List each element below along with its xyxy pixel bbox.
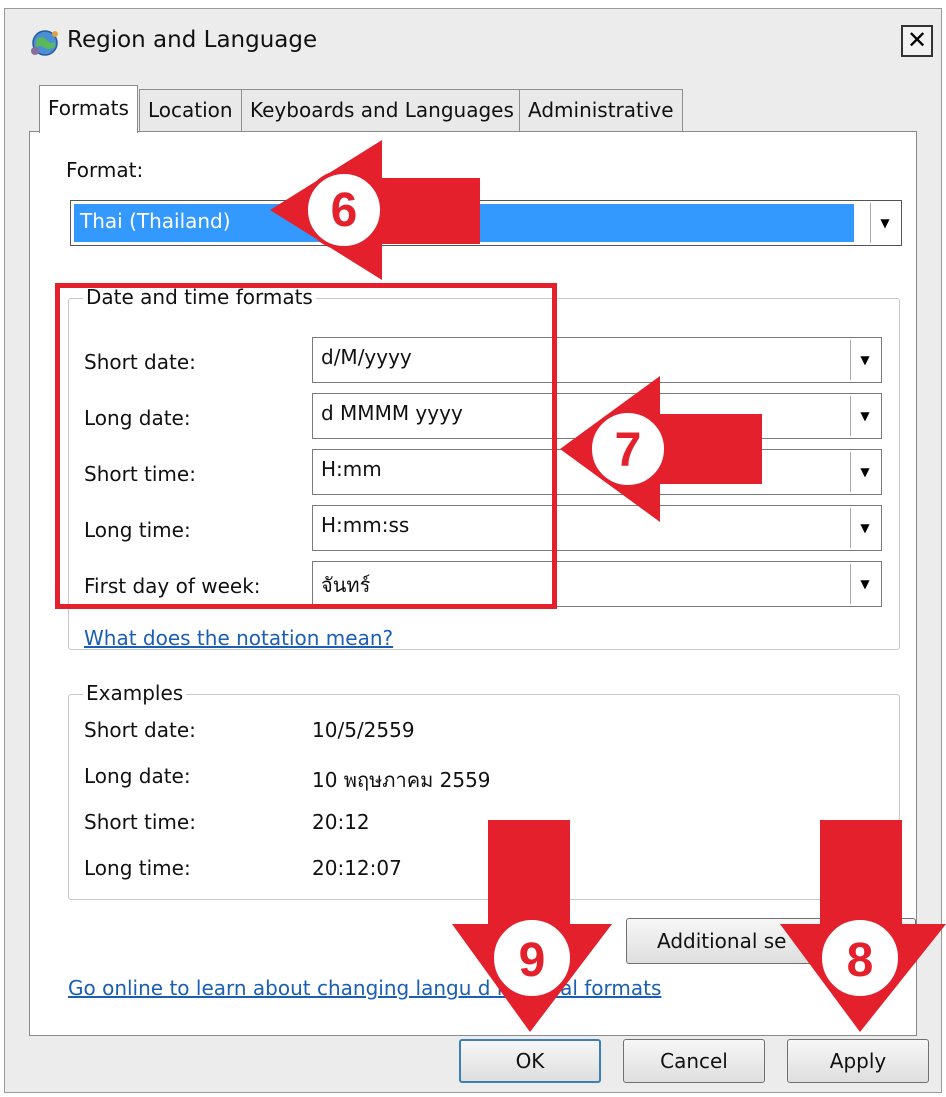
first-day-of-week-select[interactable]: จันทร์ ▼ xyxy=(312,561,882,607)
step-7-label: 7 xyxy=(615,424,642,477)
step-8-label: 8 xyxy=(847,934,874,987)
short-date-value: d/M/yyyy xyxy=(321,345,412,369)
chevron-down-icon[interactable]: ▼ xyxy=(850,564,879,604)
chevron-down-icon[interactable]: ▼ xyxy=(850,508,879,548)
close-button[interactable]: ✕ xyxy=(901,25,933,57)
chevron-down-icon[interactable]: ▼ xyxy=(850,452,879,492)
examples-title: Examples xyxy=(83,681,187,705)
long-time-value: H:mm:ss xyxy=(321,513,410,537)
notation-help-link[interactable]: What does the notation mean? xyxy=(84,626,393,650)
example-short-date-label: Short date: xyxy=(84,718,196,742)
short-time-value: H:mm xyxy=(321,457,382,481)
chevron-down-icon[interactable]: ▼ xyxy=(870,203,899,243)
apply-button[interactable]: Apply xyxy=(787,1039,929,1083)
example-long-time-label: Long time: xyxy=(84,856,191,880)
format-label: Format: xyxy=(66,158,144,182)
example-short-time-value: 20:12 xyxy=(312,810,370,834)
chevron-down-icon[interactable]: ▼ xyxy=(850,396,879,436)
long-date-label: Long date: xyxy=(84,406,191,430)
step-6-label: 6 xyxy=(331,184,358,237)
first-day-of-week-label: First day of week: xyxy=(84,574,261,598)
globe-users-icon xyxy=(31,30,58,56)
tab-keyboards-and-languages[interactable]: Keyboards and Languages xyxy=(241,89,523,131)
ok-button[interactable]: OK xyxy=(459,1039,601,1083)
short-date-label: Short date: xyxy=(84,350,196,374)
example-short-time-label: Short time: xyxy=(84,810,196,834)
step-9-arrow: 9 xyxy=(452,820,612,1032)
title-bar: Region and Language ✕ xyxy=(5,9,941,77)
short-time-label: Short time: xyxy=(84,462,196,486)
first-day-of-week-value: จันทร์ xyxy=(321,573,371,597)
step-7-arrow: 7 xyxy=(560,376,762,522)
example-short-date-value: 10/5/2559 xyxy=(312,718,415,742)
date-time-formats-title: Date and time formats xyxy=(83,285,316,309)
chevron-down-icon[interactable]: ▼ xyxy=(850,340,879,380)
example-long-date-value: 10 พฤษภาคม 2559 xyxy=(312,768,491,792)
tab-location[interactable]: Location xyxy=(139,89,242,131)
step-9-label: 9 xyxy=(519,934,546,987)
window-title: Region and Language xyxy=(67,27,318,53)
cancel-button[interactable]: Cancel xyxy=(623,1039,765,1083)
step-6-arrow: 6 xyxy=(270,140,480,280)
long-date-value: d MMMM yyyy xyxy=(321,401,463,425)
example-long-time-value: 20:12:07 xyxy=(312,856,402,880)
step-8-arrow: 8 xyxy=(780,820,946,1032)
tab-administrative[interactable]: Administrative xyxy=(519,89,683,131)
long-time-label: Long time: xyxy=(84,518,191,542)
tab-formats[interactable]: Formats xyxy=(39,85,138,133)
example-long-date-label: Long date: xyxy=(84,764,191,788)
